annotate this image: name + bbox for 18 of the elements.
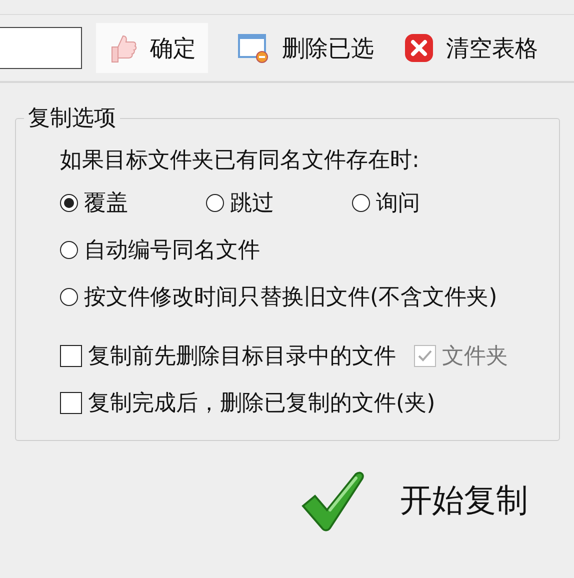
prompt-text: 如果目标文件夹已有同名文件存在时: xyxy=(60,147,420,175)
radio-option[interactable]: 自动编号同名文件 xyxy=(60,234,520,264)
toolbar-button[interactable]: 确定 xyxy=(96,23,208,73)
toolbar-button[interactable]: 删除已选 xyxy=(226,23,386,73)
radio-option[interactable]: 跳过 xyxy=(206,188,352,218)
radio-option[interactable]: 覆盖 xyxy=(60,188,206,218)
checkbox-option[interactable]: 复制前先删除目标目录中的文件 xyxy=(60,340,396,370)
toolbar-button[interactable]: 清空表格 xyxy=(392,23,550,73)
close-icon xyxy=(404,33,434,63)
radio-option[interactable]: 按文件修改时间只替换旧文件(不含文件夹) xyxy=(60,282,520,312)
window-icon xyxy=(238,33,270,63)
check-icon xyxy=(417,348,433,362)
checkmark-icon xyxy=(300,470,366,532)
group-title: 复制选项 xyxy=(27,105,117,133)
text-field[interactable] xyxy=(0,27,82,69)
radio-option[interactable]: 询问 xyxy=(352,188,498,218)
start-copy-button[interactable]: 开始复制 xyxy=(294,469,534,533)
checkbox-option[interactable]: 复制完成后，删除已复制的文件(夹) xyxy=(60,388,436,418)
